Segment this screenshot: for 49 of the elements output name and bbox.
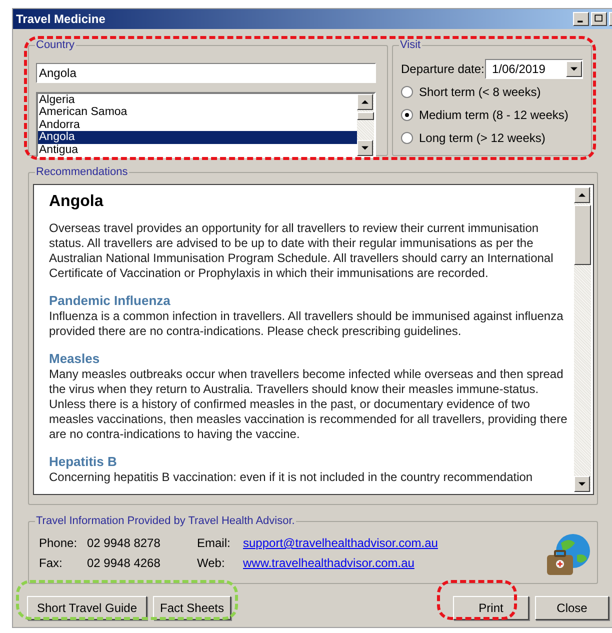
group-label: Travel Information Provided by Travel Health Advisor. (35, 514, 296, 528)
radio-icon[interactable] (401, 86, 413, 98)
section-heading: Hepatitis B (49, 453, 118, 470)
country-list-item[interactable]: Algeria (38, 94, 357, 106)
dialog-button[interactable]: Close (535, 596, 609, 620)
contact-link[interactable]: support@travelhealthadvisor.com.au (243, 536, 438, 551)
contact-label: Web: (197, 556, 226, 571)
scroll-thumb[interactable] (574, 205, 591, 265)
dialog-button[interactable]: Print (453, 596, 529, 620)
term-radio-option[interactable]: Long term (> 12 weeks) (401, 129, 583, 147)
section-paragraph: Influenza is a common infection in travellers. All travellers should be immunised against influenza provided there are no contra-indications. Please check prescribing guidelines. (49, 309, 564, 339)
contact-link[interactable]: www.travelhealthadvisor.com.au (243, 556, 438, 571)
country-list-item[interactable]: Andorra (38, 118, 357, 132)
term-radio-option[interactable]: Medium term (8 - 12 weeks) (401, 106, 583, 124)
scroll-down-icon[interactable] (357, 140, 373, 156)
country-search-field[interactable]: Angola (36, 63, 376, 83)
country-list[interactable]: Algeria American Samoa Andorra Angola Antigua (36, 92, 376, 158)
scroll-down-icon[interactable] (574, 476, 590, 492)
term-radio-option[interactable]: Short term (< 8 weeks) (401, 83, 583, 101)
section-heading: Pandemic Influenza (49, 292, 172, 309)
contact-label: Phone: (39, 536, 78, 551)
radio-icon[interactable] (401, 132, 413, 144)
section-paragraph: Concerning hepatitis B vaccination: even if it is not included in the country recommendation (49, 470, 534, 485)
departure-date-label: Departure date: (401, 61, 484, 78)
scrollbar[interactable] (357, 94, 374, 156)
country-list-item[interactable]: Angola (38, 131, 357, 144)
scrollbar[interactable] (574, 187, 591, 492)
contact-label: Fax: (39, 556, 64, 571)
scroll-up-icon[interactable] (357, 94, 373, 110)
section-paragraph: Many measles outbreaks occur when travellers become infected while overseas and then spread the virus when they return to Australia. Travellers should know their measles immune-status. Unless there is a history of confirmed measles in the past, or documentary evidence of two measles vaccinations, then measles vaccination is recommended for all travellers, providing there are no contra-indications to having the vaccine. (49, 367, 568, 442)
country-list-item[interactable]: American Samoa (38, 106, 357, 119)
intro-paragraph: Overseas travel provides an opportunity for all travellers to review their current immunisation status. All travellers are advised to be up to date with their regular immunisations as per the Australian National Immunisation Program Schedule. All travellers should carry an International Certificate of Vaccination or Prophylaxis in which their immunisations are recorded. (49, 221, 554, 281)
scroll-thumb[interactable] (357, 112, 374, 120)
departure-date-value: 1/06/2019 (492, 61, 546, 78)
country-list-item[interactable]: Antigua (38, 144, 357, 156)
country-title: Angola (49, 192, 104, 212)
contact-label: Email: (197, 536, 232, 551)
dialog-button[interactable]: Short Travel Guide (27, 596, 147, 620)
section-heading: Measles (49, 350, 101, 367)
departure-date-picker[interactable]: 1/06/2019 (485, 59, 583, 79)
minimize-icon[interactable] (573, 12, 589, 26)
contact-value: 02 9948 8278 (87, 536, 162, 551)
scroll-up-icon[interactable] (574, 187, 590, 203)
dialog-button[interactable]: Fact Sheets (153, 596, 231, 620)
window-title: Travel Medicine (16, 11, 106, 28)
maximize-icon[interactable] (591, 12, 607, 26)
contact-value: 02 9948 4268 (87, 556, 162, 571)
group-label: Country (35, 38, 76, 52)
radio-icon[interactable] (401, 109, 413, 121)
